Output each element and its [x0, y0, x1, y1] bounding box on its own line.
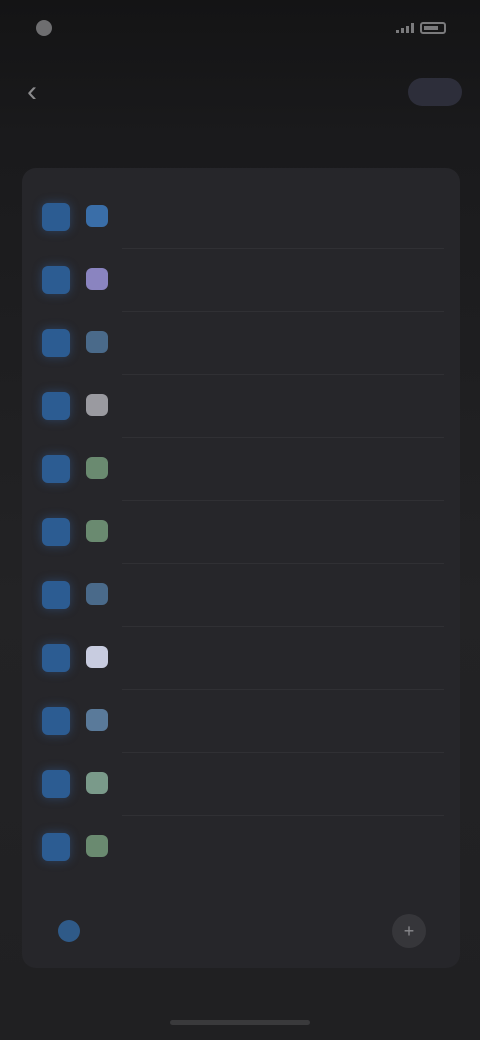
list-item[interactable] [22, 249, 460, 312]
chevron-left-icon: ‹ [27, 75, 37, 108]
status-bar [0, 0, 480, 56]
app-icon [86, 520, 108, 542]
list-item[interactable] [22, 753, 460, 816]
app-icon [86, 646, 108, 668]
footer-row[interactable]: + [22, 900, 460, 960]
app-icon [86, 583, 108, 605]
signal-icon [396, 23, 414, 33]
app-icon [86, 835, 108, 857]
list-item[interactable] [22, 312, 460, 375]
status-left [36, 20, 60, 36]
checkbox[interactable] [42, 770, 70, 798]
list-item[interactable] [22, 816, 460, 878]
list-item[interactable] [22, 186, 460, 249]
checkbox[interactable] [42, 392, 70, 420]
back-button[interactable]: ‹ [14, 74, 50, 110]
checkbox[interactable] [42, 644, 70, 672]
checkbox[interactable] [42, 329, 70, 357]
app-icon [86, 772, 108, 794]
checkbox[interactable] [42, 518, 70, 546]
plus-icon: + [403, 920, 415, 941]
app-icon [86, 394, 108, 416]
app-icon [86, 331, 108, 353]
footer-add-button[interactable]: + [392, 914, 426, 948]
app-screen: ‹ + [0, 0, 480, 1040]
home-indicator [170, 1020, 310, 1025]
checkbox[interactable] [42, 266, 70, 294]
list-item[interactable] [22, 627, 460, 690]
app-icon [86, 457, 108, 479]
app-icon [86, 205, 108, 227]
list-item[interactable] [22, 375, 460, 438]
list-item[interactable] [22, 564, 460, 627]
checkbox[interactable] [42, 455, 70, 483]
app-icon [86, 268, 108, 290]
notification-icon [36, 20, 52, 36]
checkbox[interactable] [42, 833, 70, 861]
list-item[interactable] [22, 501, 460, 564]
header: ‹ [0, 62, 480, 122]
footer-icon [58, 920, 80, 942]
list-item[interactable] [22, 690, 460, 753]
status-right [390, 22, 446, 34]
checkbox[interactable] [42, 203, 70, 231]
checkbox[interactable] [42, 581, 70, 609]
selection-list-panel [22, 168, 460, 968]
app-icon [86, 709, 108, 731]
header-action-button[interactable] [408, 78, 462, 106]
list-item[interactable] [22, 438, 460, 501]
checkbox[interactable] [42, 707, 70, 735]
battery-icon [420, 22, 446, 34]
